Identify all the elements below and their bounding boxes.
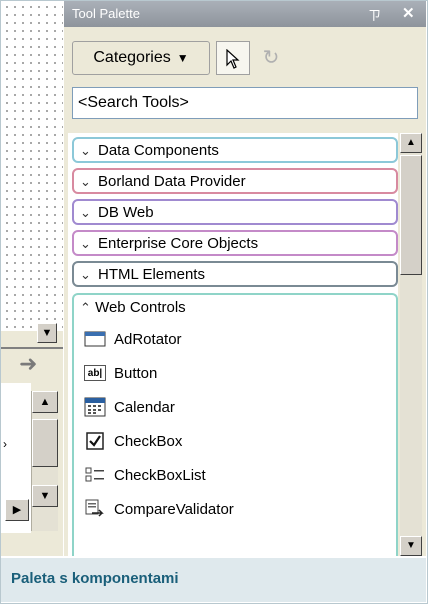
categories-label: Categories xyxy=(93,49,171,66)
right-arrow-icon[interactable]: ➜ xyxy=(19,353,37,375)
chevron-down-icon: ▼ xyxy=(176,51,189,65)
expand-chevron-icon: ⌄ xyxy=(80,267,91,282)
category-web-controls-header[interactable]: ⌃ Web Controls xyxy=(80,299,186,316)
checkboxlist-icon xyxy=(84,465,106,485)
checkbox-icon xyxy=(84,431,106,451)
comparevalidator-icon xyxy=(84,499,106,519)
tool-label: CompareValidator xyxy=(114,500,234,518)
scroll-up-button[interactable]: ▲ xyxy=(32,391,58,413)
tool-label: AdRotator xyxy=(114,330,182,348)
scroll-down-button[interactable]: ▼ xyxy=(400,536,422,556)
adrotator-icon xyxy=(84,329,106,349)
tool-label: Calendar xyxy=(114,398,175,416)
caret-icon: › xyxy=(3,437,7,451)
category-web-controls: ⌃ Web Controls AdRotator ab| Button Cale… xyxy=(72,293,398,556)
scroll-down-arrow-icon[interactable]: ▼ xyxy=(37,323,57,343)
tool-palette: Tool Palette ㄗ ✕ Categories ▼ ↻ <Search … xyxy=(64,1,426,556)
tool-label: CheckBoxList xyxy=(114,466,206,484)
tool-item-comparevalidator[interactable]: CompareValidator xyxy=(84,495,234,523)
category-enterprise-core-objects[interactable]: ⌄ Enterprise Core Objects xyxy=(72,230,398,256)
search-tools-input[interactable]: <Search Tools> xyxy=(72,87,418,119)
expand-chevron-icon: ⌄ xyxy=(80,143,91,158)
collapse-chevron-icon: ⌃ xyxy=(80,300,91,315)
scroll-right-button[interactable]: ▶ xyxy=(5,499,29,521)
tool-item-button[interactable]: ab| Button xyxy=(84,359,157,387)
scroll-up-button[interactable]: ▲ xyxy=(400,133,422,153)
category-label: Borland Data Provider xyxy=(98,173,246,190)
vertical-scrollbar[interactable]: ▲ ▼ xyxy=(31,391,58,531)
expand-chevron-icon: ⌄ xyxy=(80,174,91,189)
tool-label: Button xyxy=(114,364,158,382)
category-label: Enterprise Core Objects xyxy=(98,235,259,252)
categories-button[interactable]: Categories ▼ xyxy=(72,41,210,75)
caption-text: Paleta s komponentami xyxy=(11,570,179,587)
pointer-icon xyxy=(226,48,240,69)
pin-icon[interactable]: ㄗ xyxy=(368,5,381,24)
category-label: Data Components xyxy=(98,142,219,159)
button-icon: ab| xyxy=(84,365,106,381)
category-data-components[interactable]: ⌄ Data Components xyxy=(72,137,398,163)
palette-titlebar[interactable]: Tool Palette ㄗ ✕ xyxy=(64,1,426,27)
close-icon[interactable]: ✕ xyxy=(402,4,415,22)
scroll-thumb[interactable] xyxy=(32,419,58,467)
category-label: Web Controls xyxy=(95,299,186,316)
scroll-down-button[interactable]: ▼ xyxy=(32,485,58,507)
design-grid[interactable] xyxy=(1,1,63,331)
splitter[interactable] xyxy=(1,347,63,349)
category-db-web[interactable]: ⌄ DB Web xyxy=(72,199,398,225)
tool-item-checkbox[interactable]: CheckBox xyxy=(84,427,182,455)
expand-chevron-icon: ⌄ xyxy=(80,205,91,220)
tool-item-calendar[interactable]: Calendar xyxy=(84,393,175,421)
figure-caption: Paleta s komponentami xyxy=(1,558,426,602)
tool-item-adrotator[interactable]: AdRotator xyxy=(84,325,182,353)
tool-item-checkboxlist[interactable]: CheckBoxList xyxy=(84,461,206,489)
category-html-elements[interactable]: ⌄ HTML Elements xyxy=(72,261,398,287)
palette-list: ⌄ Data Components ⌄ Borland Data Provider … xyxy=(68,133,398,556)
refresh-icon[interactable]: ↻ xyxy=(254,41,288,75)
palette-title: Tool Palette xyxy=(72,6,140,21)
expand-chevron-icon: ⌄ xyxy=(80,236,91,251)
designer-panel: ▼ ➜ › ▲ ▼ ▶ xyxy=(1,1,63,556)
calendar-icon xyxy=(84,397,106,417)
tool-label: CheckBox xyxy=(114,432,183,450)
category-borland-data-provider[interactable]: ⌄ Borland Data Provider xyxy=(72,168,398,194)
category-label: DB Web xyxy=(98,204,154,221)
palette-vertical-scrollbar[interactable]: ▲ ▼ xyxy=(400,133,422,556)
category-label: HTML Elements xyxy=(98,266,205,283)
pointer-tool-button[interactable] xyxy=(216,41,250,75)
scroll-thumb[interactable] xyxy=(400,155,422,275)
